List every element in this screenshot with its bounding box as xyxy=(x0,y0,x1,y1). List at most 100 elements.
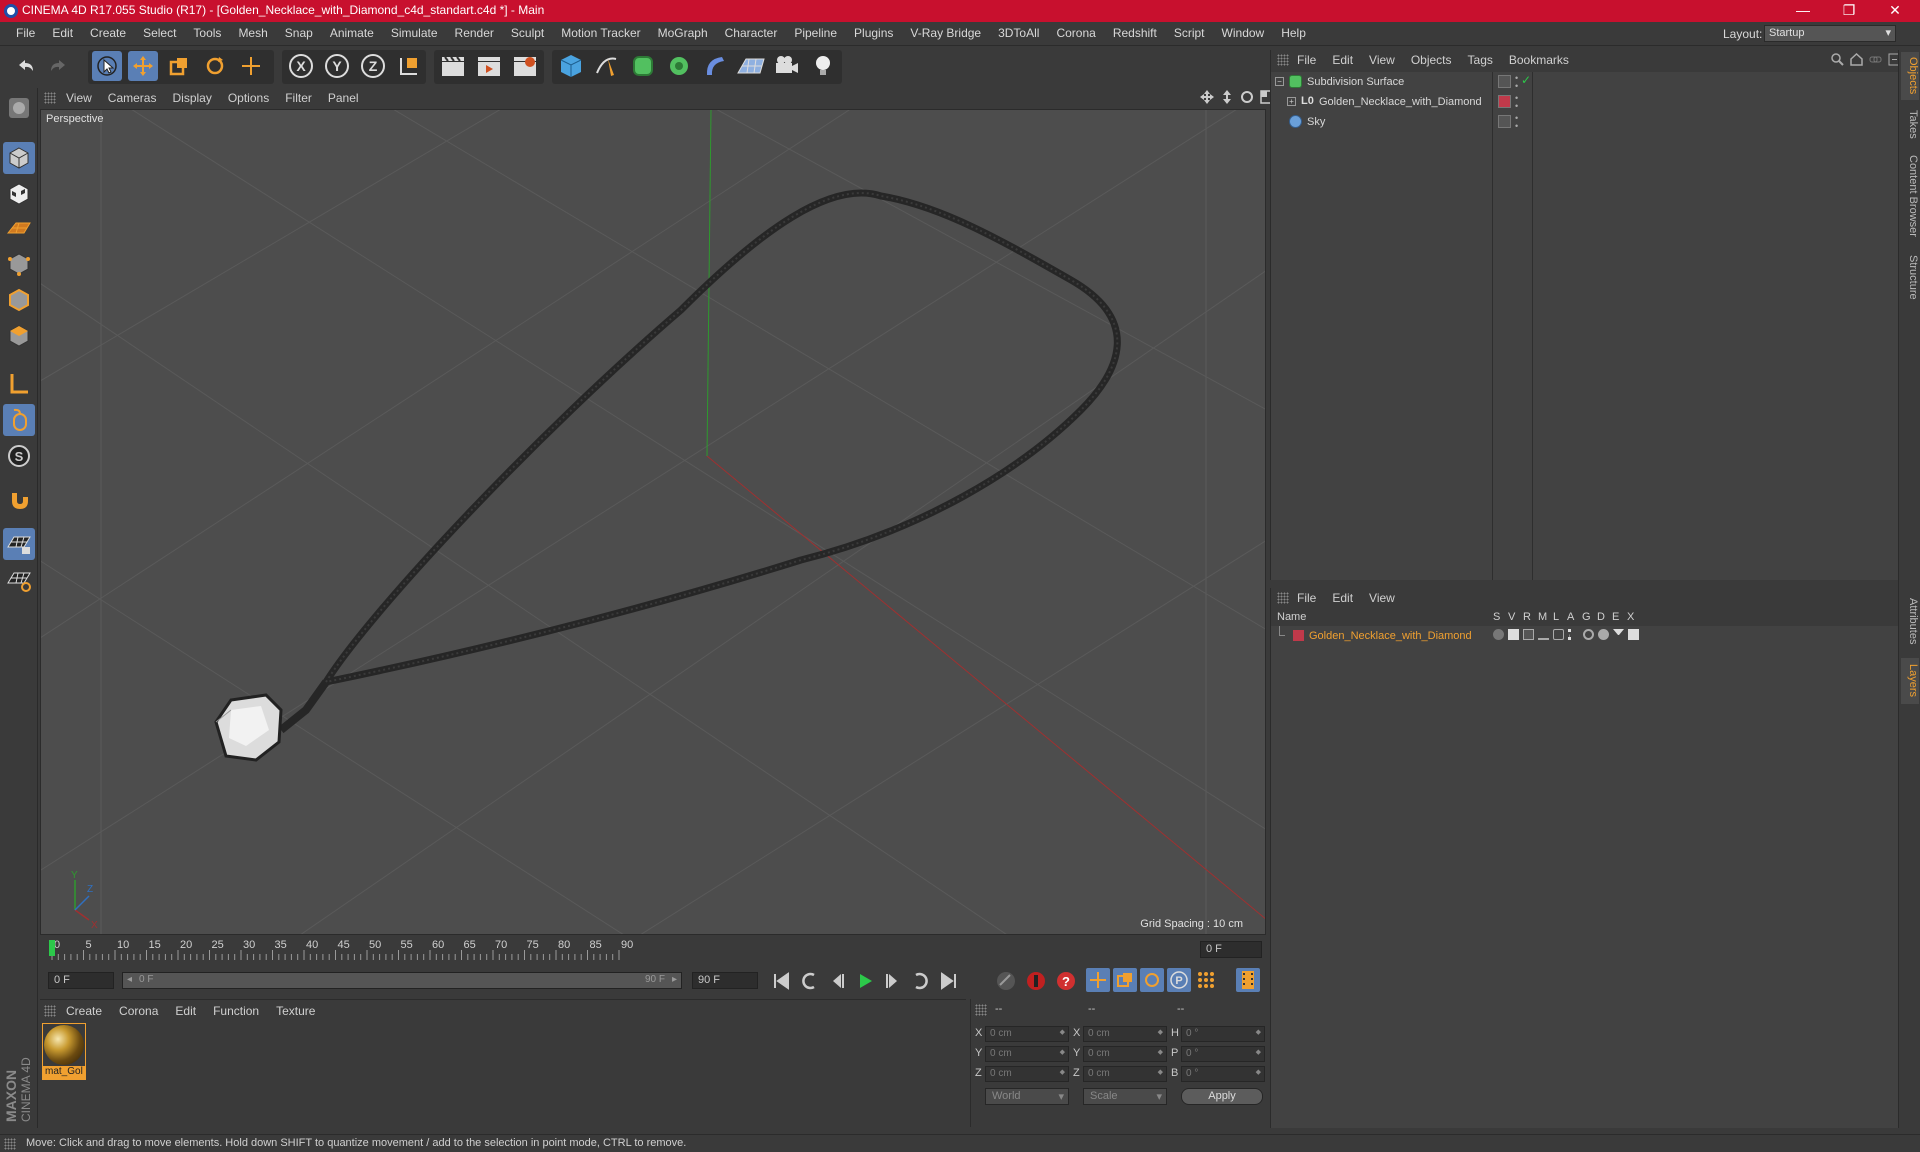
key-scale-button[interactable] xyxy=(1113,968,1137,992)
link-icon[interactable] xyxy=(1869,53,1882,66)
autokeying-icon[interactable]: ? xyxy=(1054,969,1078,993)
menu-animate[interactable]: Animate xyxy=(322,26,383,40)
layer-row-golden-necklace[interactable]: Golden_Necklace_with_Diamond xyxy=(1271,626,1898,646)
object-menu-bookmarks[interactable]: Bookmarks xyxy=(1509,53,1569,67)
menu-mograph[interactable]: MoGraph xyxy=(650,26,717,40)
viewport-menu-panel[interactable]: Panel xyxy=(328,91,369,105)
timeline-ruler[interactable]: 0 5 10 15 20 25 30 35 40 45 50 55 60 65 70 75 80 85 90 0 F xyxy=(40,936,1266,962)
rot-b-field[interactable]: 0 ° xyxy=(1181,1066,1265,1082)
make-editable-button[interactable] xyxy=(3,92,35,124)
layout-select[interactable]: Startup xyxy=(1764,25,1896,42)
xref-toggle-icon[interactable] xyxy=(1628,629,1639,640)
menu-vray-bridge[interactable]: V-Ray Bridge xyxy=(902,26,990,40)
go-to-end-icon[interactable] xyxy=(938,970,960,992)
perspective-viewport[interactable]: Y Z X Perspective Grid Spacing : 10 cm xyxy=(40,109,1266,935)
cube-button[interactable] xyxy=(556,51,586,81)
viewport-menu-display[interactable]: Display xyxy=(172,91,221,105)
enable-snap-button[interactable] xyxy=(3,484,35,516)
size-x-field[interactable]: 0 cm xyxy=(1083,1026,1167,1042)
animation-toggle-icon[interactable] xyxy=(1568,629,1579,640)
menu-plugins[interactable]: Plugins xyxy=(846,26,902,40)
points-mode-button[interactable] xyxy=(3,248,35,280)
expand-icon[interactable]: + xyxy=(1287,97,1296,106)
collapse-icon[interactable]: − xyxy=(1275,77,1284,86)
menu-snap[interactable]: Snap xyxy=(277,26,322,40)
subdivision-surface-button[interactable] xyxy=(628,51,658,81)
z-axis-button[interactable]: Z xyxy=(358,51,388,81)
pen-spline-button[interactable] xyxy=(592,51,622,81)
diamond-pendant[interactable] xyxy=(214,693,283,762)
layer-color-swatch[interactable] xyxy=(1498,95,1511,108)
material-menu-corona[interactable]: Corona xyxy=(119,1004,158,1018)
key-rotation-button[interactable] xyxy=(1140,968,1164,992)
menu-3dtoall[interactable]: 3DToAll xyxy=(990,26,1048,40)
generator-toggle-icon[interactable] xyxy=(1583,629,1594,640)
pos-y-field[interactable]: 0 cm xyxy=(985,1046,1069,1062)
object-row-subdivision-surface[interactable]: − Subdivision Surface • • ✓ xyxy=(1271,72,1898,92)
menu-window[interactable]: Window xyxy=(1214,26,1274,40)
material-menu-create[interactable]: Create xyxy=(66,1004,102,1018)
go-to-start-icon[interactable] xyxy=(770,970,792,992)
undo-button[interactable] xyxy=(10,51,40,81)
x-axis-button[interactable]: X xyxy=(286,51,316,81)
model-mode-button[interactable] xyxy=(3,142,35,174)
menu-script[interactable]: Script xyxy=(1166,26,1214,40)
tab-layers[interactable]: Layers xyxy=(1901,658,1919,704)
drag-handle-icon[interactable] xyxy=(1277,592,1289,604)
menu-tools[interactable]: Tools xyxy=(185,26,230,40)
redo-button[interactable] xyxy=(44,51,74,81)
camera-button[interactable] xyxy=(772,51,802,81)
material-swatch[interactable]: mat_Gol xyxy=(42,1023,86,1080)
tab-content-browser[interactable]: Content Browser xyxy=(1901,148,1919,244)
record-keys-icon[interactable] xyxy=(1024,969,1048,993)
deformer-button[interactable] xyxy=(700,51,730,81)
current-frame-marker[interactable] xyxy=(49,940,55,956)
recent-tool-button[interactable] xyxy=(236,51,266,81)
pan-view-icon[interactable] xyxy=(1200,90,1214,104)
rotate-view-icon[interactable] xyxy=(1240,90,1254,104)
edit-render-settings-button[interactable] xyxy=(510,51,540,81)
layer-color-swatch[interactable] xyxy=(1498,115,1511,128)
visibility-dots-icon[interactable]: • • xyxy=(1515,114,1518,131)
timeline-window-button[interactable] xyxy=(1236,968,1260,992)
tweak-mode-button[interactable] xyxy=(3,404,35,436)
rot-h-field[interactable]: 0 ° xyxy=(1181,1026,1265,1042)
coordinate-system-button[interactable] xyxy=(394,51,424,81)
viewport-menu-view[interactable]: View xyxy=(66,91,102,105)
menu-corona[interactable]: Corona xyxy=(1048,26,1104,40)
rotate-tool-button[interactable] xyxy=(200,51,230,81)
motion-path-icon[interactable] xyxy=(994,969,1018,993)
axis-mode-button[interactable] xyxy=(3,368,35,400)
pos-z-field[interactable]: 0 cm xyxy=(985,1066,1069,1082)
y-axis-button[interactable]: Y xyxy=(322,51,352,81)
menu-render[interactable]: Render xyxy=(447,26,503,40)
key-position-button[interactable] xyxy=(1086,968,1110,992)
apply-button[interactable]: Apply xyxy=(1181,1088,1263,1105)
solo-toggle-icon[interactable] xyxy=(1493,629,1504,640)
next-frame-icon[interactable] xyxy=(882,970,904,992)
workplane-mode-button[interactable] xyxy=(3,212,35,244)
render-view-button[interactable] xyxy=(438,51,468,81)
layer-menu-edit[interactable]: Edit xyxy=(1332,591,1353,605)
menu-help[interactable]: Help xyxy=(1273,26,1315,40)
go-to-next-keyframe-icon[interactable] xyxy=(910,970,932,992)
drag-handle-icon[interactable] xyxy=(1277,54,1289,66)
material-menu-texture[interactable]: Texture xyxy=(276,1004,315,1018)
planar-workplane-button[interactable] xyxy=(3,564,35,596)
object-menu-objects[interactable]: Objects xyxy=(1411,53,1452,67)
drag-handle-icon[interactable] xyxy=(44,1005,56,1017)
previous-frame-icon[interactable] xyxy=(826,970,848,992)
tab-attributes[interactable]: Attributes xyxy=(1901,588,1919,654)
key-parameter-button[interactable]: P xyxy=(1167,968,1191,992)
viewport-menu-options[interactable]: Options xyxy=(228,91,279,105)
menu-pipeline[interactable]: Pipeline xyxy=(786,26,846,40)
layer-menu-view[interactable]: View xyxy=(1369,591,1395,605)
coordinate-mode-select[interactable]: World ▾ xyxy=(985,1088,1069,1105)
menu-sculpt[interactable]: Sculpt xyxy=(503,26,553,40)
tab-structure[interactable]: Structure xyxy=(1901,248,1919,306)
view-eye-icon[interactable] xyxy=(1508,629,1519,640)
zoom-view-icon[interactable] xyxy=(1220,90,1234,104)
menu-redshift[interactable]: Redshift xyxy=(1105,26,1166,40)
current-frame-field[interactable]: 0 F xyxy=(1200,941,1262,958)
light-button[interactable] xyxy=(808,51,838,81)
